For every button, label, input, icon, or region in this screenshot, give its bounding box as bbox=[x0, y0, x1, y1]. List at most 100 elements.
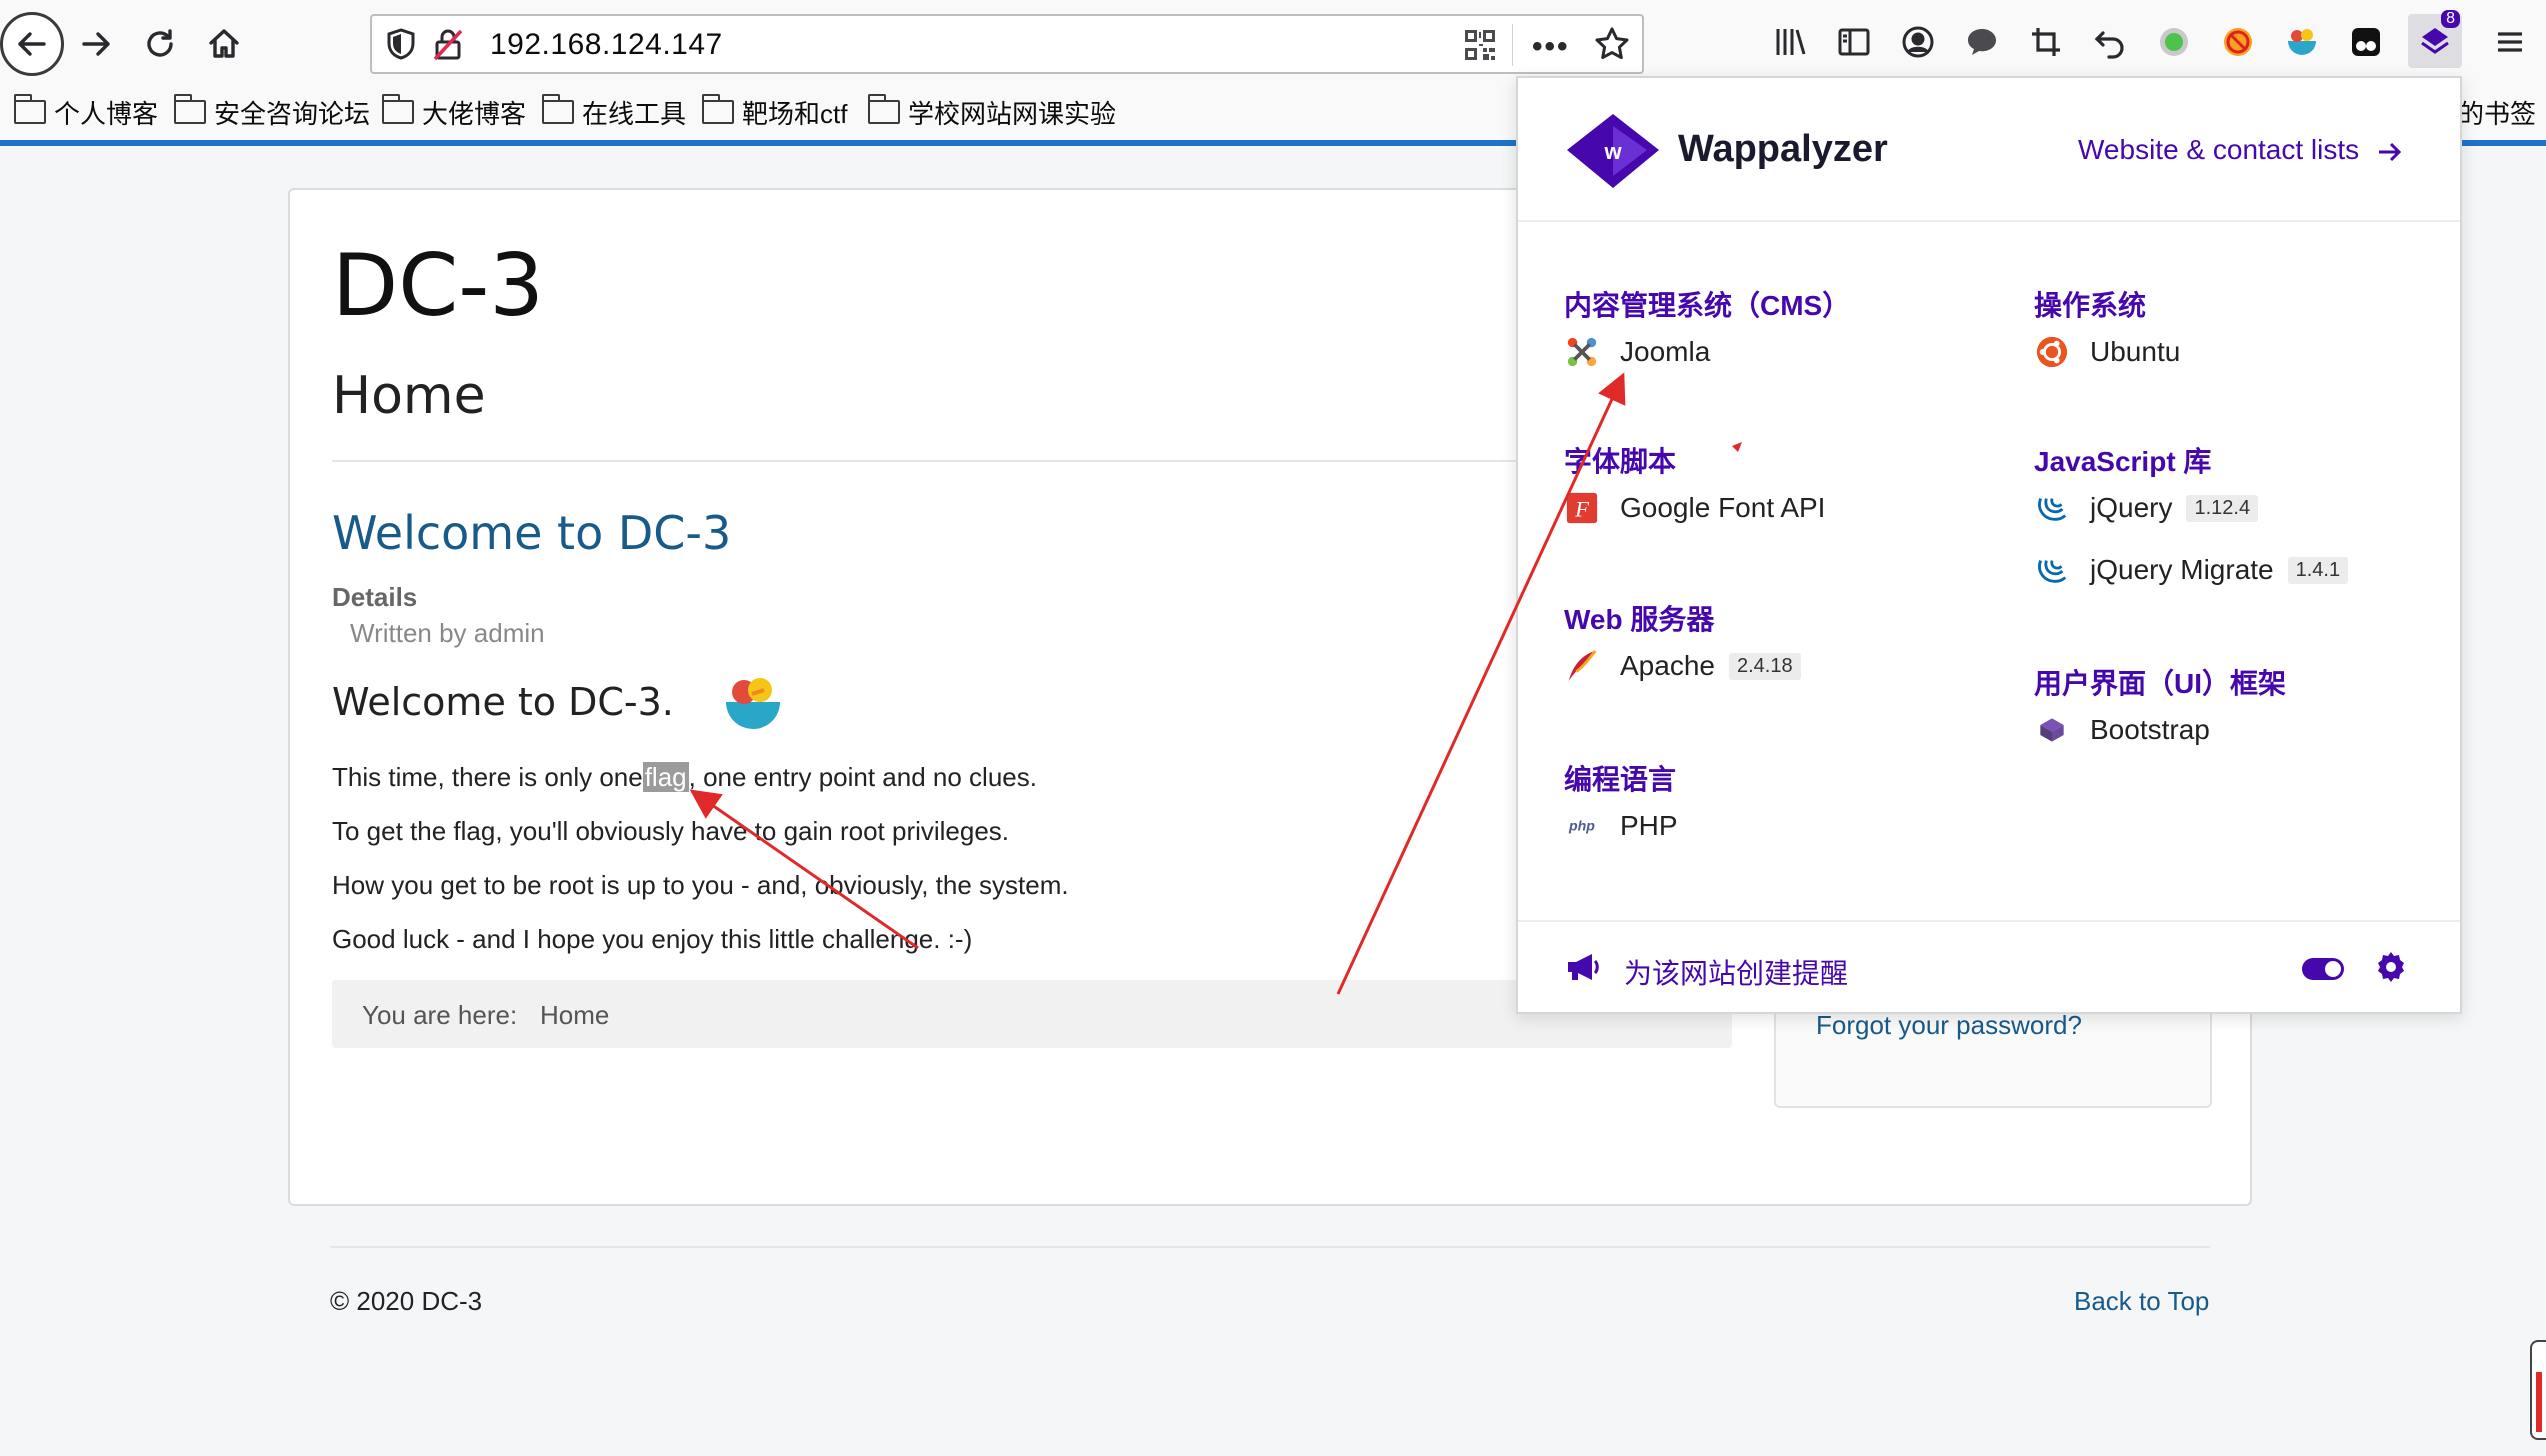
wappalyzer-header: w Wappalyzer Website & contact lists bbox=[1518, 78, 2460, 222]
wappalyzer-popup: w Wappalyzer Website & contact lists 内容管… bbox=[1516, 76, 2462, 1014]
category-cms[interactable]: 内容管理系统（CMS） bbox=[1564, 284, 1850, 324]
paragraph: To get the flag, you'll obviously have t… bbox=[332, 816, 1010, 846]
tech-apache[interactable]: Apache 2.4.18 bbox=[1564, 648, 1801, 684]
account-icon[interactable] bbox=[1898, 22, 1938, 62]
wappalyzer-icon bbox=[2421, 28, 2449, 54]
google-font-icon: F bbox=[1564, 490, 1600, 526]
breadcrumb-prefix: You are here: bbox=[362, 1000, 518, 1030]
tech-joomla[interactable]: Joomla bbox=[1564, 334, 1710, 370]
shield-icon[interactable] bbox=[386, 28, 416, 65]
article-title-link[interactable]: Welcome to DC-3 bbox=[332, 506, 731, 560]
crop-screenshot-icon[interactable] bbox=[2026, 22, 2066, 62]
version-badge: 1.4.1 bbox=[2287, 556, 2349, 584]
forward-button[interactable] bbox=[64, 12, 128, 76]
megaphone-icon[interactable] bbox=[1566, 952, 1600, 987]
category-operating-systems[interactable]: 操作系统 bbox=[2034, 284, 2146, 324]
category-programming-languages[interactable]: 编程语言 bbox=[1564, 758, 1676, 798]
jquery-icon bbox=[2034, 490, 2070, 526]
arrow-left-icon bbox=[18, 32, 46, 56]
tech-jquery[interactable]: jQuery 1.12.4 bbox=[2034, 490, 2259, 526]
url-bar-separator bbox=[1512, 24, 1513, 66]
sidebar-icon[interactable] bbox=[1834, 22, 1874, 62]
page-actions-more-icon[interactable]: ••• bbox=[1532, 30, 1570, 64]
menu-hamburger-icon[interactable] bbox=[2490, 22, 2530, 62]
breadcrumb-home: Home bbox=[540, 1000, 610, 1030]
bootstrap-icon bbox=[2034, 712, 2070, 748]
version-badge: 2.4.18 bbox=[1728, 652, 1801, 680]
svg-text:F: F bbox=[1574, 497, 1590, 522]
folder-icon bbox=[701, 94, 734, 124]
tech-google-font-api[interactable]: F Google Font API bbox=[1564, 490, 1825, 526]
url-bar[interactable]: 192.168.124.147 ••• bbox=[370, 14, 1644, 74]
gear-icon[interactable] bbox=[2374, 950, 2408, 989]
site-title[interactable]: DC-3 bbox=[332, 236, 544, 336]
insecure-lock-icon[interactable] bbox=[432, 28, 464, 67]
highlighted-flag-word: flag bbox=[642, 762, 689, 792]
green-status-icon[interactable] bbox=[2154, 22, 2194, 62]
wappalyzer-extension-button[interactable]: 8 bbox=[2408, 10, 2462, 68]
copyright: © 2020 DC-3 bbox=[330, 1286, 483, 1316]
jquery-migrate-icon bbox=[2034, 552, 2070, 588]
navigation-toolbar: 192.168.124.147 ••• 8 bbox=[0, 0, 2546, 88]
floating-bowl-icon[interactable] bbox=[722, 672, 784, 734]
create-alert-link[interactable]: 为该网站创建提醒 bbox=[1624, 952, 1848, 992]
colorful-bowl-icon[interactable] bbox=[2282, 22, 2322, 62]
bookmark-folder[interactable]: 学校网站网课实验 bbox=[867, 92, 1116, 132]
home-icon bbox=[209, 29, 239, 58]
arrow-right-icon bbox=[82, 32, 110, 56]
back-to-top-link[interactable]: Back to Top bbox=[2074, 1286, 2209, 1317]
folder-icon bbox=[541, 94, 574, 124]
enable-toggle[interactable] bbox=[2302, 958, 2344, 980]
category-ui-frameworks[interactable]: 用户界面（UI）框架 bbox=[2034, 662, 2286, 702]
url-text[interactable]: 192.168.124.147 bbox=[490, 28, 723, 62]
category-web-servers[interactable]: Web 服务器 bbox=[1564, 598, 1714, 638]
wappalyzer-name: Wappalyzer bbox=[1678, 128, 1888, 170]
folder-icon bbox=[173, 94, 206, 124]
tech-bootstrap[interactable]: Bootstrap bbox=[2034, 712, 2210, 748]
folder-icon bbox=[381, 94, 414, 124]
home-button[interactable] bbox=[192, 12, 256, 76]
category-javascript-libraries[interactable]: JavaScript 库 bbox=[2034, 440, 2211, 480]
bookmark-folder[interactable]: 在线工具 bbox=[541, 92, 686, 132]
tech-php[interactable]: php PHP bbox=[1564, 808, 1678, 844]
author-line: Written by admin bbox=[350, 618, 545, 648]
wappalyzer-footer: 为该网站创建提醒 bbox=[1518, 920, 2460, 1012]
bookmark-folder[interactable]: 大佬博客 bbox=[381, 92, 526, 132]
forgot-password-link[interactable]: Forgot your password? bbox=[1816, 1010, 2082, 1041]
chat-bubble-icon[interactable] bbox=[1962, 22, 2002, 62]
paragraph: This time, there is only oneflag, one en… bbox=[332, 762, 1037, 792]
footer-divider bbox=[330, 1246, 2210, 1248]
undo-arrow-icon[interactable] bbox=[2090, 22, 2130, 62]
tech-jquery-migrate[interactable]: jQuery Migrate 1.4.1 bbox=[2034, 552, 2349, 588]
bookmark-star-icon[interactable] bbox=[1594, 26, 1630, 67]
tech-ubuntu[interactable]: Ubuntu bbox=[2034, 334, 2180, 370]
apache-feather-icon bbox=[1564, 648, 1600, 684]
bookmark-folder[interactable]: 个人博客 bbox=[13, 92, 158, 132]
website-contact-lists-link[interactable]: Website & contact lists bbox=[2078, 134, 2403, 166]
arrow-right-icon bbox=[2378, 142, 2402, 161]
qr-code-icon[interactable] bbox=[1465, 30, 1495, 60]
php-icon: php bbox=[1564, 808, 1600, 844]
welcome-heading: Welcome to DC-3. bbox=[332, 680, 674, 724]
folder-icon bbox=[867, 94, 900, 124]
page-heading: Home bbox=[332, 366, 486, 426]
tampermonkey-icon[interactable] bbox=[2346, 22, 2386, 62]
bookmark-folder[interactable]: 靶场和ctf bbox=[701, 92, 847, 132]
ubuntu-icon bbox=[2034, 334, 2070, 370]
library-icon[interactable] bbox=[1770, 22, 1810, 62]
paragraph: Good luck - and I hope you enjoy this li… bbox=[332, 924, 973, 954]
back-button[interactable] bbox=[0, 12, 64, 76]
reload-icon bbox=[147, 29, 173, 57]
category-font-scripts[interactable]: 字体脚本 bbox=[1564, 440, 1676, 480]
bookmark-folder[interactable]: 安全咨询论坛 bbox=[173, 92, 370, 132]
wappalyzer-logo-icon: w bbox=[1564, 112, 1662, 192]
reload-button[interactable] bbox=[128, 12, 192, 76]
other-bookmarks[interactable]: 的书签 bbox=[2458, 92, 2536, 132]
details-label: Details bbox=[332, 582, 418, 612]
blocked-extension-icon[interactable] bbox=[2218, 22, 2258, 62]
svg-text:php: php bbox=[1568, 819, 1595, 835]
paragraph: How you get to be root is up to you - an… bbox=[332, 870, 1069, 900]
svg-text:w: w bbox=[1603, 139, 1622, 164]
version-badge: 1.12.4 bbox=[2186, 494, 2259, 522]
scrollbar-handle[interactable] bbox=[2530, 1340, 2546, 1440]
